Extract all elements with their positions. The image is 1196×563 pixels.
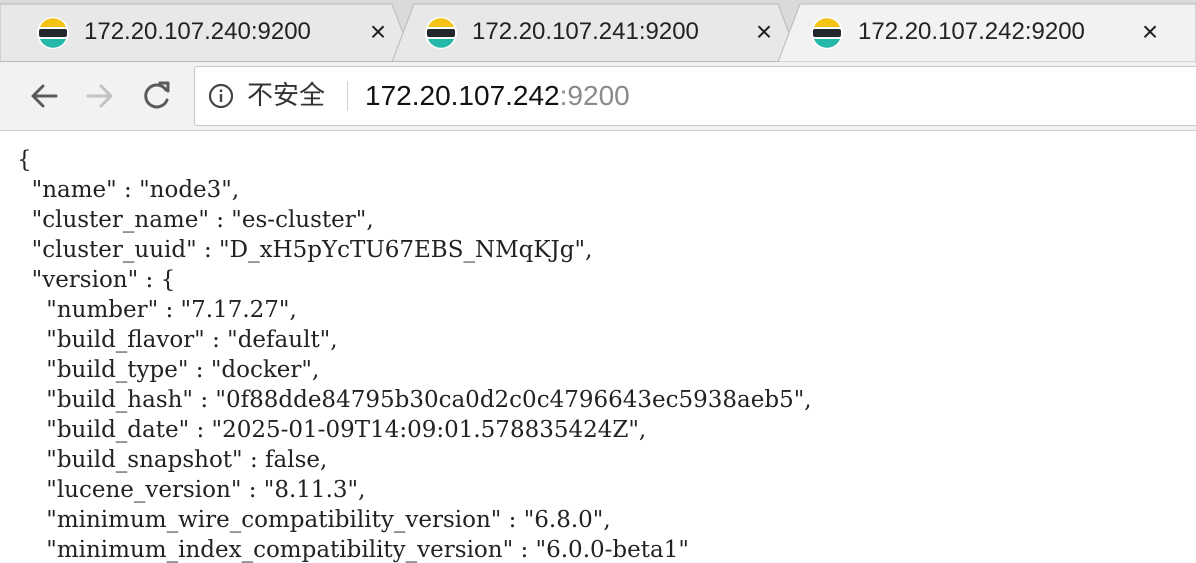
json-line: "minimum_index_compatibility_version" : … [17,537,689,563]
page-content: { "name" : "node3", "cluster_name" : "es… [0,131,1196,563]
info-circle-icon[interactable] [208,83,234,109]
url-host: 172.20.107.242 [365,80,560,111]
tab-strip: 172.20.107.240:9200 × 172.20.107.241:920… [0,0,1196,62]
url-text[interactable]: 172.20.107.242:9200 [365,79,630,113]
json-response: { "name" : "node3", "cluster_name" : "es… [17,145,812,563]
tab-1[interactable]: 172.20.107.240:9200 × [0,4,400,60]
json-line: "build_date" : "2025-01-09T14:09:01.5788… [17,417,647,443]
elastic-favicon-icon [811,17,843,49]
close-tab-icon[interactable]: × [367,17,389,47]
close-tab-icon[interactable]: × [1139,17,1161,47]
json-line: "build_hash" : "0f88dde84795b30ca0d2c0c4… [17,387,812,413]
json-line: { [17,147,32,173]
json-line: "build_type" : "docker", [17,357,320,383]
json-line: "build_snapshot" : false, [17,447,328,473]
forward-button[interactable] [80,76,120,116]
reload-button[interactable] [136,76,176,116]
address-bar[interactable]: 不安全 172.20.107.242:9200 [194,66,1196,126]
tab-title: 172.20.107.240:9200 [84,18,311,45]
security-status-label[interactable]: 不安全 [247,79,325,113]
json-line: "cluster_name" : "es-cluster", [17,207,374,233]
tab-title: 172.20.107.241:9200 [472,18,699,45]
json-line: "version" : { [17,267,176,293]
json-line: "name" : "node3", [17,177,240,203]
json-line: "minimum_wire_compatibility_version" : "… [17,507,611,533]
browser-toolbar: 不安全 172.20.107.242:9200 [0,62,1196,131]
url-port: :9200 [559,80,630,111]
elastic-favicon-icon [37,17,69,49]
tab-2[interactable]: 172.20.107.241:9200 × [388,4,788,60]
back-button[interactable] [24,76,64,116]
close-tab-icon[interactable]: × [753,17,775,47]
json-line: "number" : "7.17.27", [17,297,297,323]
json-line: "lucene_version" : "8.11.3", [17,477,366,503]
tab-title: 172.20.107.242:9200 [858,18,1085,45]
json-line: "build_flavor" : "default", [17,327,338,353]
elastic-favicon-icon [425,17,457,49]
json-line: "cluster_uuid" : "D_xH5pYcTU67EBS_NMqKJg… [17,237,593,263]
address-divider [347,81,348,111]
tab-3-active[interactable]: 172.20.107.242:9200 × [774,4,1196,60]
